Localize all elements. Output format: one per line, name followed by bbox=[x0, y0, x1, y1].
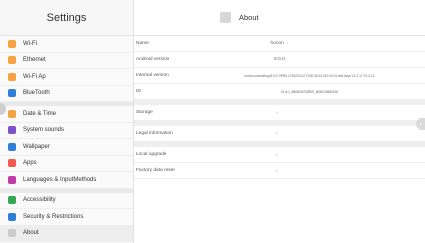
info-value-text: horion bbox=[270, 41, 284, 46]
sidebar-item-label: Wallpaper bbox=[23, 143, 50, 150]
settings-sidebar: Settings Wi-Fi Ethernet Wi-Fi Ap BlueTooth D… bbox=[0, 0, 134, 243]
sidebar-item-label: Date & Time bbox=[23, 110, 57, 117]
sidebar-item-apps[interactable]: Apps bbox=[0, 155, 133, 172]
info-value-text: 8.0.0 bbox=[274, 57, 285, 62]
sidebar-item-ethernet[interactable]: Ethernet bbox=[0, 52, 133, 69]
bluetooth-icon bbox=[8, 89, 16, 98]
apps-icon bbox=[8, 159, 16, 168]
language-icon bbox=[8, 175, 16, 184]
menu-item-storage[interactable]: Storage › bbox=[134, 105, 425, 121]
info-row: Android version 8.0.0 bbox=[134, 52, 425, 68]
info-row[interactable]: Name horion › bbox=[134, 36, 425, 52]
sidebar-item-wi-fi[interactable]: Wi-Fi bbox=[0, 36, 133, 53]
chevron-right-icon: › bbox=[286, 41, 289, 46]
info-value-text: V1.6.1_8808C6702B0S_B06G19840240 bbox=[280, 89, 339, 94]
sidebar-item-label: Wi-Fi bbox=[23, 40, 37, 47]
chevron-left-icon[interactable]: ‹ bbox=[416, 118, 425, 130]
ethernet-icon bbox=[8, 56, 16, 65]
sidebar-item-languages-inputmethods[interactable]: Languages & InputMethods bbox=[0, 172, 133, 189]
sidebar-item-bluetooth[interactable]: BlueTooth bbox=[0, 85, 133, 102]
about-panel: About Name horion › Android version 8.0.0 Int… bbox=[134, 0, 425, 243]
sidebar-item-about[interactable]: About bbox=[0, 225, 133, 242]
sidebar-item-label: BlueTooth bbox=[23, 90, 50, 97]
menu-item-local-upgrade[interactable]: Local upgrade › bbox=[134, 147, 425, 163]
sidebar-item-label: Languages & InputMethods bbox=[23, 176, 97, 183]
wallpaper-icon bbox=[8, 142, 16, 151]
info-value: horion › bbox=[134, 41, 425, 46]
sidebar-item-date-time[interactable]: Date & Time bbox=[0, 106, 133, 123]
info-value: horion-userdebug 8.0.0 OPR6.170623.014 T… bbox=[194, 74, 425, 78]
sidebar-item-label: Security & Restrictions bbox=[23, 213, 84, 220]
panel-header: About bbox=[134, 0, 425, 36]
sidebar-title: Settings bbox=[0, 0, 133, 36]
chevron-right-icon: › bbox=[276, 151, 278, 158]
sidebar-item-wi-fi-ap[interactable]: Wi-Fi Ap bbox=[0, 69, 133, 86]
info-row: ID V1.6.1_8808C6702B0S_B06G19840240 bbox=[134, 84, 425, 100]
info-value-text: horion-userdebug 8.0.0 OPR6.170623.014 T… bbox=[244, 73, 375, 78]
sidebar-item-label: Accessibility bbox=[23, 197, 56, 204]
menu-item-label: Storage bbox=[136, 110, 153, 115]
about-icon bbox=[220, 12, 231, 23]
sidebar-item-label: About bbox=[23, 230, 39, 237]
sound-icon bbox=[8, 126, 16, 135]
menu-item-label: Factory data reset bbox=[136, 168, 175, 173]
wifi-icon bbox=[8, 39, 16, 48]
sidebar-item-system-sounds[interactable]: System sounds bbox=[0, 122, 133, 139]
panel-title: About bbox=[239, 13, 259, 22]
accessibility-icon bbox=[8, 196, 16, 205]
chevron-right-icon: › bbox=[276, 130, 278, 137]
security-icon bbox=[8, 212, 16, 221]
info-value: 8.0.0 bbox=[134, 57, 425, 62]
info-row: Internal version horion-userdebug 8.0.0 O… bbox=[134, 68, 425, 84]
sidebar-item-wallpaper[interactable]: Wallpaper bbox=[0, 139, 133, 156]
sidebar-item-label: Wi-Fi Ap bbox=[23, 73, 46, 80]
about-list: Name horion › Android version 8.0.0 Internal … bbox=[134, 36, 425, 179]
clock-icon bbox=[8, 109, 16, 118]
info-value: V1.6.1_8808C6702B0S_B06G19840240 bbox=[194, 90, 425, 94]
sidebar-item-label: System sounds bbox=[23, 127, 65, 134]
menu-item-factory-data-reset[interactable]: Factory data reset › bbox=[134, 163, 425, 179]
about-icon bbox=[8, 229, 16, 238]
sidebar-item-accessibility[interactable]: Accessibility bbox=[0, 192, 133, 209]
chevron-right-icon: › bbox=[276, 109, 278, 116]
sidebar-item-security-restrictions[interactable]: Security & Restrictions bbox=[0, 209, 133, 226]
info-label: Internal version bbox=[136, 73, 169, 78]
info-label: ID bbox=[136, 89, 141, 94]
menu-item-label: Local upgrade bbox=[136, 152, 167, 157]
sidebar-item-label: Apps bbox=[23, 160, 37, 167]
sidebar-list: Wi-Fi Ethernet Wi-Fi Ap BlueTooth Date & Tim… bbox=[0, 36, 133, 242]
hotspot-icon bbox=[8, 72, 16, 81]
menu-item-legal-information[interactable]: Legal information › bbox=[134, 126, 425, 142]
sidebar-item-label: Ethernet bbox=[23, 57, 46, 64]
chevron-right-icon: › bbox=[276, 167, 278, 174]
menu-item-label: Legal information bbox=[136, 131, 173, 136]
